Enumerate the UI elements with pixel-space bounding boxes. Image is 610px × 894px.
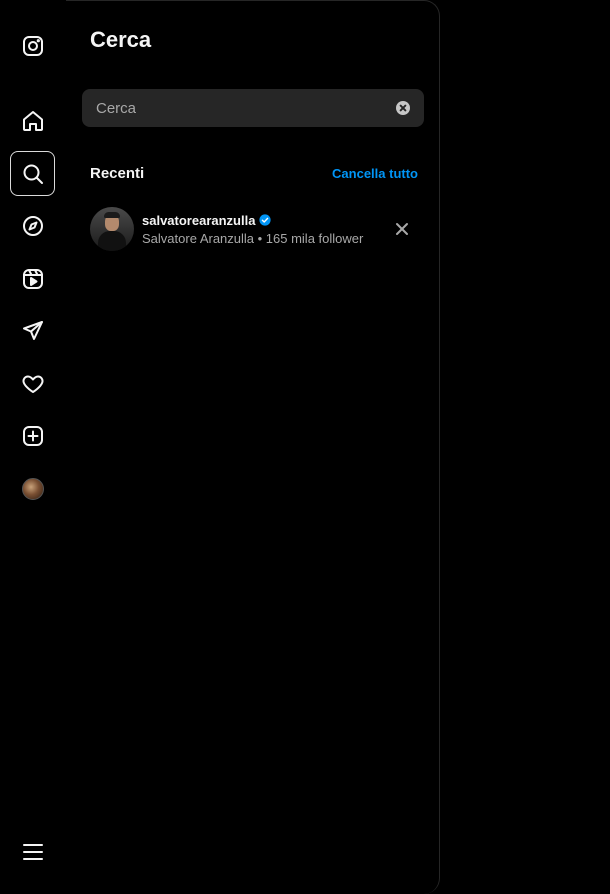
avatar bbox=[90, 207, 134, 251]
panel-title: Cerca bbox=[90, 27, 152, 52]
reels-icon[interactable] bbox=[10, 256, 55, 301]
profile-avatar[interactable] bbox=[10, 466, 55, 511]
clear-search-icon[interactable] bbox=[396, 101, 410, 115]
heart-icon[interactable] bbox=[10, 361, 55, 406]
sidebar-rail bbox=[0, 0, 66, 894]
instagram-app: Cerca Recenti Cancella tutto salvatorear… bbox=[0, 0, 610, 894]
recent-subtitle: Salvatore Aranzulla • 165 mila follower bbox=[142, 230, 364, 246]
instagram-logo-icon[interactable] bbox=[10, 23, 55, 68]
search-panel: Cerca Recenti Cancella tutto salvatorear… bbox=[66, 0, 440, 894]
search-box bbox=[82, 89, 424, 127]
search-input[interactable] bbox=[96, 99, 396, 117]
recent-username: salvatorearanzulla bbox=[142, 212, 256, 228]
explore-icon[interactable] bbox=[10, 203, 55, 248]
recent-section-title: Recenti bbox=[90, 165, 145, 182]
avatar bbox=[21, 477, 44, 500]
username-row: salvatorearanzulla bbox=[142, 213, 390, 228]
clear-all-button[interactable]: Cancella tutto bbox=[332, 166, 418, 181]
menu-icon[interactable] bbox=[10, 829, 55, 874]
remove-recent-icon[interactable] bbox=[390, 217, 414, 241]
home-icon[interactable] bbox=[10, 98, 55, 143]
create-icon[interactable] bbox=[10, 413, 55, 458]
list-item[interactable]: salvatorearanzulla Salvatore Aranzulla •… bbox=[82, 201, 424, 257]
messages-icon[interactable] bbox=[10, 308, 55, 353]
recent-item-text: salvatorearanzulla Salvatore Aranzulla •… bbox=[142, 213, 390, 246]
verified-badge-icon bbox=[259, 214, 272, 226]
search-icon[interactable] bbox=[10, 151, 55, 196]
recent-header: Recenti Cancella tutto bbox=[90, 165, 418, 182]
